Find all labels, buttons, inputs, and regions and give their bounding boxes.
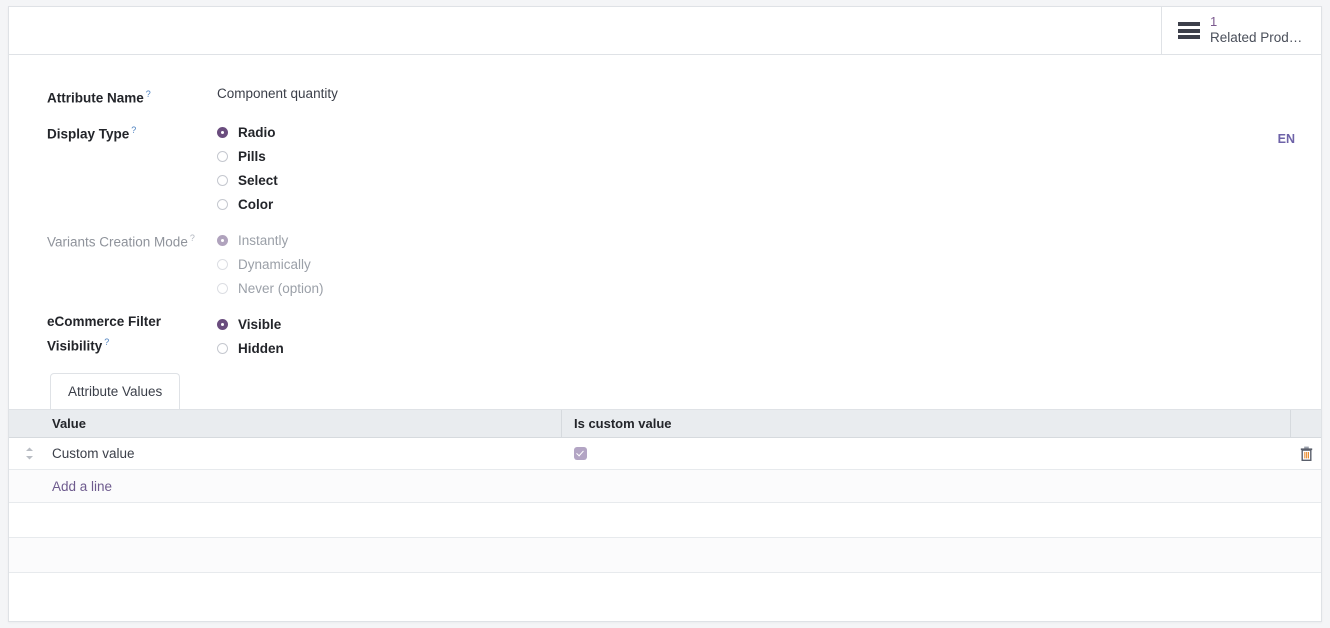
radio-filter-visible[interactable]: Visible (217, 312, 284, 336)
field-variants-creation-mode: Variants Creation Mode? Instantly Dynami… (47, 228, 747, 300)
column-header-actions (1291, 410, 1321, 437)
radio-indicator[interactable] (217, 150, 228, 162)
radio-indicator[interactable] (217, 174, 228, 186)
tab-attribute-values[interactable]: Attribute Values (50, 373, 181, 409)
radio-display-type-radio[interactable]: Radio (217, 120, 278, 144)
radio-indicator-selected[interactable] (217, 126, 228, 138)
empty-row (9, 538, 1321, 573)
related-products-stat-text: 1 Related Prod… (1210, 14, 1303, 46)
attribute-name-value[interactable]: Component quantity (217, 84, 338, 109)
radio-display-type-color[interactable]: Color (217, 192, 278, 216)
related-products-label: Related Prod… (1210, 30, 1303, 46)
attribute-name-label-text: Attribute Name (47, 90, 144, 106)
radio-label: Never (option) (238, 280, 324, 296)
row-delete-cell[interactable] (1291, 438, 1321, 469)
radio-indicator-selected-disabled (217, 234, 228, 246)
add-line-row[interactable]: Add a line (9, 470, 1321, 503)
help-icon[interactable]: ? (104, 337, 109, 347)
row-value-cell[interactable]: Custom value (50, 438, 562, 469)
radio-label: Dynamically (238, 256, 311, 272)
radio-label: Hidden (238, 340, 284, 356)
radio-display-type-select[interactable]: Select (217, 168, 278, 192)
notebook: Attribute Values Value Is custom value C… (9, 373, 1321, 573)
column-header-handle (9, 410, 50, 437)
ecommerce-filter-visibility-label: eCommerce Filter Visibility? (47, 312, 207, 360)
related-products-count: 1 (1210, 14, 1218, 30)
trash-icon[interactable] (1291, 446, 1321, 461)
radio-indicator-disabled (217, 258, 228, 270)
related-products-stat-button[interactable]: 1 Related Prod… (1161, 7, 1321, 54)
language-badge[interactable]: EN (1278, 132, 1295, 146)
tab-bar: Attribute Values (9, 373, 1321, 409)
table-row[interactable]: Custom value (9, 438, 1321, 470)
display-type-label-text: Display Type (47, 126, 130, 142)
hamburger-list-icon (1178, 22, 1200, 39)
attribute-values-table: Value Is custom value Custom value Add a… (9, 409, 1321, 573)
variants-creation-mode-label: Variants Creation Mode? (47, 228, 207, 300)
radio-label: Color (238, 196, 274, 212)
radio-label: Instantly (238, 232, 289, 248)
ecommerce-filter-visibility-label-line1: eCommerce Filter (47, 314, 162, 329)
radio-label: Radio (238, 124, 276, 140)
radio-variants-mode-instantly: Instantly (217, 228, 324, 252)
radio-variants-mode-never: Never (option) (217, 276, 324, 300)
ecommerce-filter-visibility-label-line2: Visibility (47, 338, 103, 354)
add-a-line-link[interactable]: Add a line (52, 479, 112, 494)
row-is-custom-value-cell[interactable] (562, 438, 1291, 469)
form-sheet: 1 Related Prod… Attribute Name? Componen… (8, 6, 1322, 622)
radio-variants-mode-dynamically: Dynamically (217, 252, 324, 276)
ecommerce-filter-visibility-radio-group: Visible Hidden (217, 312, 284, 360)
radio-display-type-pills[interactable]: Pills (217, 144, 278, 168)
row-value-text: Custom value (52, 446, 135, 461)
field-display-type: Display Type? Radio Pills Select Color (47, 120, 747, 216)
table-header-row: Value Is custom value (9, 410, 1321, 438)
field-ecommerce-filter-visibility: eCommerce Filter Visibility? Visible Hid… (47, 312, 747, 360)
drag-handle-icon[interactable] (9, 447, 50, 460)
display-type-radio-group: Radio Pills Select Color (217, 120, 278, 216)
variants-creation-mode-radio-group: Instantly Dynamically Never (option) (217, 228, 324, 300)
help-icon[interactable]: ? (146, 89, 151, 99)
help-icon[interactable]: ? (190, 233, 195, 243)
tab-label: Attribute Values (68, 384, 163, 399)
status-button-bar: 1 Related Prod… (9, 7, 1321, 55)
radio-label: Select (238, 172, 278, 188)
radio-label: Visible (238, 316, 282, 332)
column-header-is-custom-value[interactable]: Is custom value (562, 410, 1291, 437)
radio-indicator-selected[interactable] (217, 318, 228, 330)
help-icon[interactable]: ? (131, 125, 136, 135)
empty-row (9, 503, 1321, 538)
radio-filter-hidden[interactable]: Hidden (217, 336, 284, 360)
attribute-name-label: Attribute Name? (47, 84, 207, 109)
display-type-label: Display Type? (47, 120, 207, 216)
radio-indicator-disabled (217, 282, 228, 294)
field-attribute-name: Attribute Name? Component quantity (47, 84, 1297, 109)
row-drag-cell[interactable] (9, 438, 50, 469)
radio-indicator[interactable] (217, 198, 228, 210)
variants-creation-mode-label-text: Variants Creation Mode (47, 234, 188, 250)
app-screen: 1 Related Prod… Attribute Name? Componen… (0, 0, 1330, 628)
radio-label: Pills (238, 148, 266, 164)
column-header-value[interactable]: Value (50, 410, 562, 437)
is-custom-value-checkbox[interactable] (574, 447, 587, 460)
radio-indicator[interactable] (217, 342, 228, 354)
